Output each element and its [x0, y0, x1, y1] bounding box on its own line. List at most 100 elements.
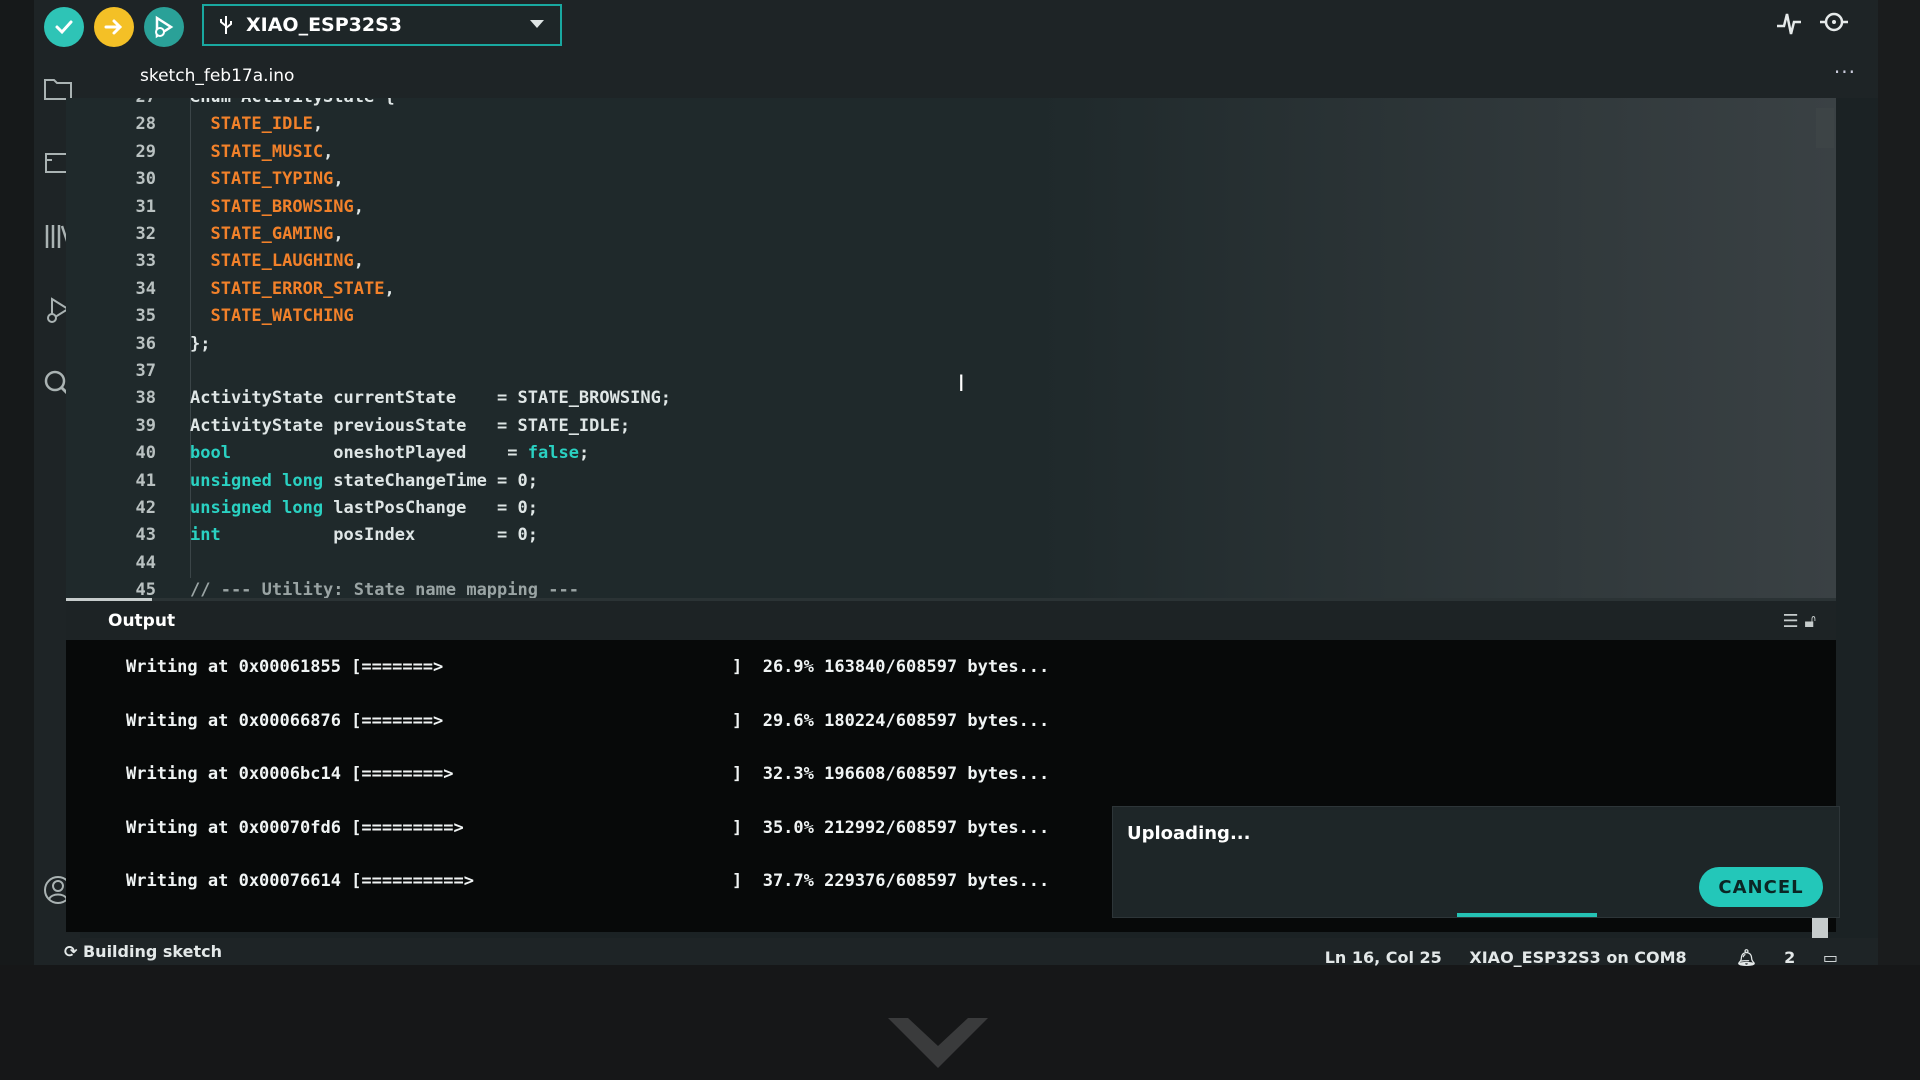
- line-number: 33: [135, 251, 156, 272]
- line-number: 30: [135, 169, 156, 190]
- code-text: STATE_WATCHING: [190, 303, 353, 330]
- code-token: int: [190, 525, 221, 546]
- lock-scroll-icon[interactable]: 🔓︎: [1804, 611, 1816, 632]
- code-token: STATE_GAMING: [210, 224, 334, 244]
- upload-notification: Uploading... CANCEL: [1112, 806, 1840, 918]
- output-panel-header: Output ☰ 🔓︎: [66, 598, 1836, 641]
- code-token: STATE_BROWSING: [210, 196, 354, 217]
- code-line: 30 STATE_TYPING,: [66, 166, 1766, 193]
- code-text: };: [190, 331, 210, 358]
- toggle-panel-icon[interactable]: ▭: [1823, 948, 1838, 967]
- code-line: 31 STATE_BROWSING,: [66, 194, 1766, 221]
- code-token: enum ActivityState {: [190, 98, 395, 107]
- debug-button[interactable]: [144, 7, 184, 47]
- code-token: posIndex = 0;: [220, 525, 538, 546]
- cancel-button[interactable]: CANCEL: [1699, 867, 1823, 907]
- code-line: 37: [66, 358, 1766, 385]
- verify-button[interactable]: [44, 7, 84, 47]
- output-line-head: Writing at 0x00066876 [=======>: [126, 710, 444, 731]
- output-line-head: Writing at 0x00061855 [=======>: [126, 657, 444, 677]
- status-bar: ⟳ Building sketch Ln 16, Col 25 XIAO_ESP…: [34, 938, 1878, 967]
- code-token: STATE_IDLE: [210, 114, 313, 135]
- output-line-head: Writing at 0x0006bc14 [========>: [126, 764, 454, 784]
- code-line: 35 STATE_WATCHING: [66, 303, 1766, 330]
- code-text: int posIndex = 0;: [190, 522, 538, 549]
- code-text: bool oneshotPlayed = false;: [190, 440, 589, 467]
- output-line: Writing at 0x00070fd6 [=========> ] 35.0%…: [126, 813, 1049, 843]
- code-token: ,: [323, 141, 334, 162]
- line-number: 44: [135, 552, 156, 573]
- line-number: 43: [135, 525, 156, 546]
- code-token: ;: [578, 443, 590, 464]
- build-status-text: Building sketch: [82, 942, 222, 961]
- editor-scrollbar[interactable]: [1816, 108, 1834, 148]
- bell-icon: 🔔︎: [1736, 948, 1757, 967]
- code-text: STATE_IDLE,: [190, 111, 323, 138]
- build-status: ⟳ Building sketch: [64, 942, 222, 961]
- code-token: lastPosChange = 0;: [323, 498, 538, 518]
- more-options-button[interactable]: ···: [1834, 60, 1856, 84]
- line-number: 41: [135, 470, 156, 491]
- code-token: ActivityState previousState = STATE_IDLE…: [190, 415, 631, 436]
- code-line: 38 ActivityState currentState = STATE_BRO…: [66, 385, 1766, 412]
- line-number: 40: [135, 443, 156, 464]
- code-line: 45 // --- Utility: State name mapping ---: [66, 577, 1766, 598]
- pulse-icon[interactable]: [1774, 8, 1804, 38]
- code-token: unsigned long: [190, 498, 324, 518]
- code-line: 27 enum ActivityState {: [66, 98, 1766, 111]
- search-target-icon[interactable]: [1818, 8, 1850, 38]
- code-line: 33 STATE_LAUGHING,: [66, 248, 1766, 275]
- line-number: 28: [135, 114, 156, 135]
- code-token: unsigned long: [190, 470, 324, 491]
- tab-sketch-file[interactable]: sketch_feb17a.ino: [140, 66, 294, 86]
- monitor-logo-inner: [908, 1018, 968, 1046]
- output-line-progress: ] 35.0% 212992/608597 bytes...: [732, 817, 1050, 838]
- board-selector[interactable]: XIAO_ESP32S3: [202, 4, 562, 46]
- output-line-progress: ] 29.6% 180224/608597 bytes...: [732, 710, 1050, 731]
- output-line: Writing at 0x00066876 [=======> ] 29.6% 1…: [126, 706, 1049, 736]
- line-number: 36: [135, 333, 156, 354]
- line-number: 27: [66, 98, 156, 111]
- usb-icon: [220, 16, 232, 34]
- upload-button[interactable]: [94, 7, 134, 47]
- output-line-progress: ] 26.9% 163840/608597 bytes...: [732, 657, 1050, 677]
- code-text: STATE_MUSIC,: [190, 139, 333, 166]
- output-toolbar: ☰ 🔓︎: [1782, 611, 1816, 632]
- code-token: ,: [333, 224, 344, 244]
- code-text: STATE_LAUGHING,: [190, 248, 364, 275]
- line-number: 31: [135, 196, 156, 217]
- clear-output-icon[interactable]: ☰: [1782, 611, 1798, 632]
- toolbar: XIAO_ESP32S3: [34, 0, 1878, 58]
- code-token: false: [527, 443, 579, 464]
- chevron-down-icon: [530, 20, 544, 28]
- cursor-position[interactable]: Ln 16, Col 25: [1325, 948, 1442, 967]
- code-line: 36};: [66, 331, 1766, 358]
- check-icon: [55, 20, 73, 35]
- line-number: 32: [135, 224, 156, 244]
- board-port[interactable]: XIAO_ESP32S3 on COM8: [1469, 948, 1686, 967]
- monitor-bezel-left: [0, 0, 34, 965]
- line-number: 34: [135, 278, 156, 299]
- code-line: 39 ActivityState previousState = STATE_ID…: [66, 413, 1766, 440]
- arrow-right-icon: [104, 19, 123, 35]
- code-text: unsigned long lastPosChange = 0;: [190, 495, 538, 522]
- code-editor[interactable]: 27enum ActivityState {28 STATE_IDLE,29 S…: [66, 98, 1836, 598]
- text-cursor: I: [958, 372, 965, 397]
- notifications[interactable]: 🔔︎ 2: [1714, 948, 1795, 967]
- code-text: STATE_BROWSING,: [190, 194, 364, 221]
- output-line-head: Writing at 0x00070fd6 [=========>: [126, 817, 464, 838]
- status-right: Ln 16, Col 25 XIAO_ESP32S3 on COM8 🔔︎ 2 …: [1303, 948, 1838, 967]
- code-line: 29 STATE_MUSIC,: [66, 139, 1766, 166]
- code-line: 42 unsigned long lastPosChange = 0;: [66, 495, 1766, 522]
- line-number: 29: [135, 141, 156, 162]
- upload-progress-bar: [1457, 913, 1597, 917]
- output-line-head: Writing at 0x00076614 [==========>: [126, 871, 474, 891]
- code-token: // --- Utility: State name mapping ---: [190, 580, 579, 598]
- output-line: Writing at 0x0006bc14 [========>] 32.3% …: [126, 759, 1049, 789]
